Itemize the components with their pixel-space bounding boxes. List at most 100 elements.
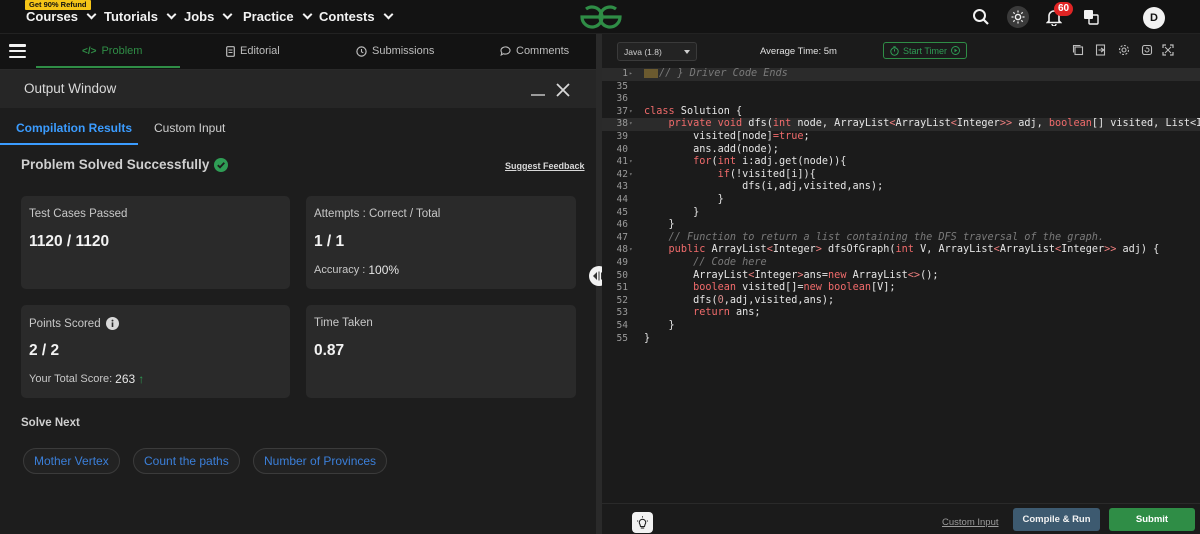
code-text: // Code here (693, 257, 767, 268)
editor-panel: Java (1.8) Average Time: 5m Start Timer … (602, 34, 1200, 534)
search-icon[interactable] (970, 6, 992, 28)
code-line[interactable]: 52 dfs(0,adj,visited,ans); (602, 295, 1200, 308)
menu-icon[interactable] (9, 44, 26, 58)
notification-count-badge: 60 (1054, 2, 1074, 16)
chevron-down-icon (684, 50, 690, 54)
info-icon[interactable] (105, 317, 119, 330)
code-text: } (644, 206, 700, 218)
fold-toggle-icon[interactable]: ▾ (629, 156, 633, 169)
line-number: 48 (616, 244, 628, 256)
line-number: 54 (616, 320, 628, 331)
custom-input-link[interactable]: Custom Input (942, 517, 999, 528)
line-number: 51 (616, 282, 628, 294)
language-select[interactable]: Java (1.8) (617, 42, 697, 61)
code-line[interactable]: 54 } (602, 320, 1200, 333)
active-subtab-indicator (0, 143, 138, 145)
geeksforgeeks-logo-icon[interactable] (576, 3, 626, 31)
chevron-down-icon (86, 9, 97, 20)
code-line[interactable]: 39 visited[node]=true; (602, 131, 1200, 144)
card-label: Points Scored (29, 317, 119, 330)
line-number: 35 (616, 80, 628, 92)
code-text: class Solution { (644, 105, 743, 117)
code-line[interactable]: 55} (602, 333, 1200, 346)
code-line[interactable]: 38 ▾ private void dfs(int node, ArrayList… (602, 118, 1200, 131)
code-line[interactable]: 47 // Function to return a list containi… (602, 232, 1200, 245)
code-text: for(int i:adj.get(node)){ (693, 156, 847, 168)
theme-toggle-icon[interactable] (1007, 6, 1029, 28)
solve-next-chip[interactable]: Count the paths (133, 448, 240, 474)
nav-jobs[interactable]: Jobs (184, 9, 233, 24)
tab-problem[interactable]: </> Problem (82, 45, 142, 57)
code-line[interactable]: 46 } (602, 219, 1200, 232)
nav-tutorials[interactable]: Tutorials (104, 9, 177, 24)
line-number: 39 (616, 131, 628, 142)
line-number: 45 (616, 206, 628, 218)
attempts-value: 1 / 1 (314, 233, 345, 250)
code-line[interactable]: 43 dfs(i,adj,visited,ans); (602, 181, 1200, 194)
code-line[interactable]: 45 } (602, 207, 1200, 220)
tab-custom-input[interactable]: Custom Input (154, 121, 225, 135)
reset-icon[interactable] (1141, 44, 1153, 56)
tab-comments[interactable]: Comments (500, 45, 569, 57)
line-number: 53 (616, 307, 628, 319)
fold-toggle-icon[interactable]: ▾ (629, 169, 633, 182)
solve-next-chip[interactable]: Number of Provinces (253, 448, 388, 474)
close-icon[interactable] (555, 82, 571, 98)
line-number: 1 (622, 68, 628, 79)
translate-icon[interactable] (1080, 6, 1102, 28)
nav-courses[interactable]: Courses (26, 9, 97, 24)
code-text: } (644, 194, 724, 205)
code-line[interactable]: 42 ▾ if(!visited[i]){ (602, 169, 1200, 182)
code-text: } (644, 332, 651, 344)
code-icon: </> (82, 45, 97, 57)
avatar[interactable]: D (1143, 7, 1165, 29)
fold-toggle-icon[interactable]: ▾ (629, 244, 633, 257)
code-line[interactable]: 53 return ans; (602, 307, 1200, 320)
minimize-icon[interactable] (531, 94, 545, 96)
code-text: ArrayList<Integer>ans=new ArrayList<>(); (644, 269, 939, 281)
start-timer-button[interactable]: Start Timer (883, 42, 967, 59)
code-line[interactable]: 49 // Code here (602, 257, 1200, 270)
suggest-feedback-link[interactable]: Suggest Feedback (505, 161, 585, 171)
code-line[interactable]: 51 boolean visited[]=new boolean[V]; (602, 282, 1200, 295)
code-text: dfs(i,adj,visited,ans); (644, 181, 884, 193)
code-line[interactable]: 50 ArrayList<Integer>ans=new ArrayList<>… (602, 270, 1200, 283)
fold-toggle-icon[interactable]: ▾ (629, 106, 633, 119)
fold-toggle-icon[interactable]: ▸ (629, 68, 633, 81)
problem-panel: </> Problem Editorial Submissions Commen… (0, 34, 596, 534)
points-value: 2 / 2 (29, 342, 60, 359)
line-number: 49 (616, 257, 628, 268)
code-line[interactable]: 35 (602, 81, 1200, 94)
code-line[interactable]: 41 ▾ for(int i:adj.get(node)){ (602, 156, 1200, 169)
upload-file-icon[interactable] (1095, 44, 1107, 56)
check-circle-icon (214, 157, 229, 172)
fold-toggle-icon[interactable]: ▾ (629, 118, 633, 131)
code-line[interactable]: 44 } (602, 194, 1200, 207)
compile-run-button[interactable]: Compile & Run (1013, 508, 1100, 531)
tab-submissions[interactable]: Submissions (356, 45, 434, 57)
code-line[interactable]: 36 (602, 93, 1200, 106)
copy-icon[interactable] (1072, 44, 1084, 56)
time-taken-value: 0.87 (314, 342, 345, 359)
code-line[interactable]: 40 ans.add(node); (602, 144, 1200, 157)
nav-practice[interactable]: Practice (243, 9, 313, 24)
points-card: Points Scored 2 / 2 Your Total Score: 26… (21, 305, 290, 398)
submit-button[interactable]: Submit (1109, 508, 1195, 531)
settings-gear-icon[interactable] (1118, 44, 1130, 56)
code-text: // } Driver Code Ends (644, 68, 788, 81)
line-number: 43 (616, 181, 628, 193)
light-mode-icon[interactable] (632, 512, 653, 533)
code-line[interactable]: 37 ▾ class Solution { (602, 106, 1200, 119)
card-label: Attempts : Correct / Total (314, 208, 441, 220)
chevron-down-icon (222, 9, 233, 20)
code-text: dfs(0,adj,visited,ans); (644, 294, 835, 306)
code-editor[interactable]: 1 ▸// } Driver Code Ends 35 36 37 ▾ class Solu… (602, 68, 1200, 503)
code-line[interactable]: 1 ▸ // } Driver Code Ends (602, 68, 1200, 81)
fullscreen-icon[interactable] (1162, 44, 1174, 56)
tab-compilation-results[interactable]: Compilation Results (16, 121, 132, 135)
nav-contests[interactable]: Contests (319, 9, 394, 24)
tab-editorial[interactable]: Editorial (226, 45, 280, 57)
code-text: // Function to return a list containing … (668, 231, 1105, 243)
code-line[interactable]: 48 ▾ public ArrayList<Integer> dfsOfGraph… (602, 244, 1200, 257)
solve-next-chip[interactable]: Mother Vertex (23, 448, 120, 474)
